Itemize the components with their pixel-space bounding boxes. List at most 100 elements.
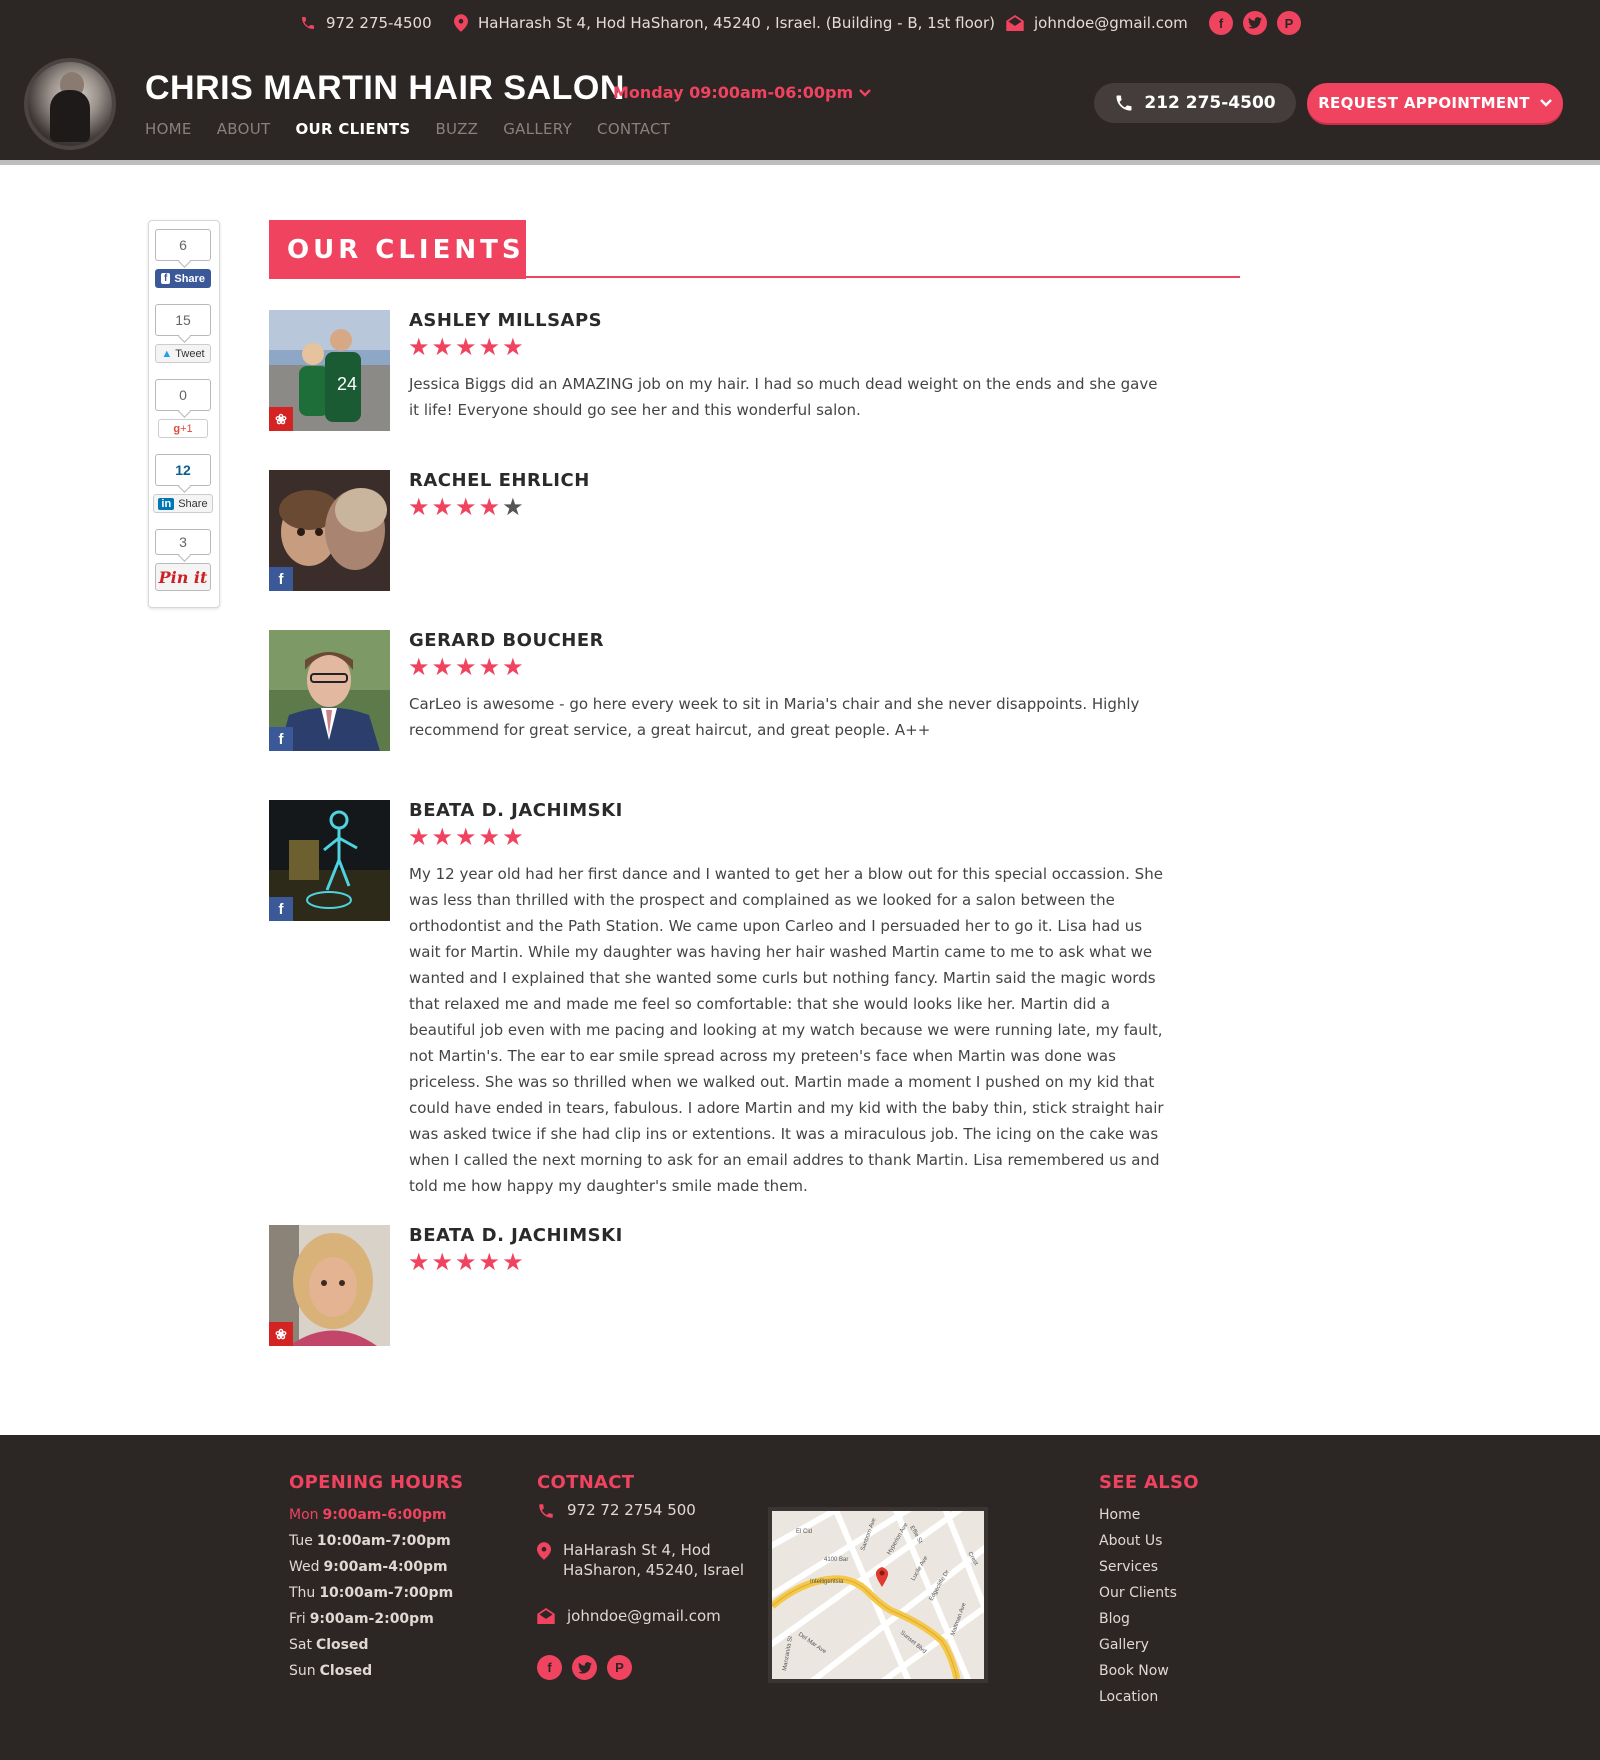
tweet-button[interactable]: ▲ Tweet <box>155 344 211 363</box>
facebook-icon: f <box>269 567 293 591</box>
top-social-links: f P <box>1209 11 1311 35</box>
reviewer-name: BEATA D. JACHIMSKI <box>409 800 623 821</box>
star-icon: ★ <box>408 333 430 361</box>
hours-time: Closed <box>319 1663 373 1679</box>
nav-gallery[interactable]: GALLERY <box>503 120 572 138</box>
hours-time: 10:00am-7:00pm <box>316 1533 451 1549</box>
footer-link-gallery[interactable]: Gallery <box>1099 1632 1177 1658</box>
footer-link-about-us[interactable]: About Us <box>1099 1528 1177 1554</box>
chevron-down-icon <box>859 88 872 97</box>
star-icon: ★ <box>478 333 501 361</box>
pinterest-icon[interactable]: P <box>607 1655 632 1680</box>
facebook-icon[interactable]: f <box>537 1655 562 1680</box>
top-address-text: HaHarash St 4, Hod HaSharon, 45240 , Isr… <box>478 13 995 32</box>
rating-stars: ★ ★ ★ ★ ★ <box>408 822 526 852</box>
phone-icon <box>539 1504 553 1518</box>
footer-link-location[interactable]: Location <box>1099 1684 1177 1710</box>
pinterest-icon[interactable]: P <box>1277 11 1301 35</box>
facebook-share-button[interactable]: f Share <box>155 269 211 288</box>
nav-home[interactable]: HOME <box>145 120 192 138</box>
hours-time: 10:00am-7:00pm <box>319 1585 454 1601</box>
reviewer-photo: f <box>269 470 390 591</box>
contact-email-text: johndoe@gmail.com <box>567 1607 721 1625</box>
nav-our-clients[interactable]: OUR CLIENTS <box>295 120 410 138</box>
footer-link-our-clients[interactable]: Our Clients <box>1099 1580 1177 1606</box>
reviewer-photo: f <box>269 800 390 921</box>
twitter-share-count: 15 <box>155 304 211 336</box>
tweet-label: Tweet <box>175 347 205 360</box>
rating-stars: ★ ★ ★ ★ ★ <box>408 492 526 522</box>
facebook-share-label: Share <box>174 272 205 285</box>
contact-address-line2: HaSharon, 45240, Israel <box>563 1561 744 1579</box>
yelp-icon: ❀ <box>269 407 293 431</box>
facebook-icon: f <box>269 897 293 921</box>
see-also-title: SEE ALSO <box>1099 1472 1199 1493</box>
star-icon: ★ <box>431 823 454 851</box>
facebook-share-block: 6 f Share <box>155 229 213 288</box>
hours-row: Tue 10:00am-7:00pm <box>289 1528 453 1554</box>
linkedin-share-button[interactable]: in Share <box>153 494 213 513</box>
footer-link-home[interactable]: Home <box>1099 1502 1177 1528</box>
hours-dropdown[interactable]: Monday 09:00am-06:00pm <box>613 83 872 102</box>
hours-row: Sun Closed <box>289 1658 453 1684</box>
hours-row: Thu 10:00am-7:00pm <box>289 1580 453 1606</box>
googleplus-button[interactable]: g +1 <box>158 419 208 438</box>
twitter-icon[interactable] <box>572 1655 597 1680</box>
hours-day: Wed <box>289 1559 320 1575</box>
nav-buzz[interactable]: BUZZ <box>435 120 478 138</box>
googleplus-share-count: 0 <box>155 379 211 411</box>
call-phone-label: 212 275-4500 <box>1144 93 1276 113</box>
hours-day: Tue <box>289 1533 313 1549</box>
top-phone[interactable]: 972 275-4500 <box>300 0 432 45</box>
top-email[interactable]: johndoe@gmail.com <box>1006 0 1188 45</box>
linkedin-share-block: 12 in Share <box>153 454 213 513</box>
googleplus-share-block: 0 g +1 <box>155 379 213 438</box>
twitter-icon: ▲ <box>161 347 173 360</box>
twitter-share-block: 15 ▲ Tweet <box>155 304 213 363</box>
opening-hours-title: OPENING HOURS <box>289 1472 464 1493</box>
twitter-icon[interactable] <box>1243 11 1267 35</box>
top-email-text: johndoe@gmail.com <box>1034 13 1188 32</box>
star-icon: ★ <box>478 653 501 681</box>
pin-it-button[interactable]: Pin it <box>155 563 211 591</box>
facebook-icon: f <box>269 727 293 751</box>
contact-phone[interactable]: 972 72 2754 500 <box>537 1500 696 1520</box>
hours-dropdown-label: Monday 09:00am-06:00pm <box>613 83 854 102</box>
location-map[interactable]: El Cid 4100 Bar Intelligentsia Sunset Bl… <box>768 1507 988 1683</box>
star-icon: ★ <box>455 1248 477 1276</box>
star-icon: ★ <box>431 493 454 521</box>
top-info-bar: 972 275-4500 HaHarash St 4, Hod HaSharon… <box>0 0 1600 45</box>
top-phone-text: 972 275-4500 <box>326 13 432 32</box>
map-canvas[interactable]: El Cid 4100 Bar Intelligentsia Sunset Bl… <box>772 1511 984 1679</box>
contact-phone-text: 972 72 2754 500 <box>567 1501 696 1519</box>
opening-hours-list: Mon 9:00am-6:00pm Tue 10:00am-7:00pm Wed 9:… <box>289 1502 453 1684</box>
footer-link-services[interactable]: Services <box>1099 1554 1177 1580</box>
rating-stars: ★ ★ ★ ★ ★ <box>408 332 526 362</box>
star-icon: ★ <box>455 333 477 361</box>
rating-stars: ★ ★ ★ ★ ★ <box>408 652 526 682</box>
site-title[interactable]: CHRIS MARTIN HAIR SALON <box>145 69 625 108</box>
nav-about[interactable]: ABOUT <box>217 120 271 138</box>
call-phone-button[interactable]: 212 275-4500 <box>1094 83 1296 123</box>
footer-link-blog[interactable]: Blog <box>1099 1606 1177 1632</box>
hours-day: Fri <box>289 1611 306 1627</box>
salon-avatar[interactable] <box>24 58 116 150</box>
star-icon: ★ <box>502 1248 524 1276</box>
review-text: My 12 year old had her first dance and I… <box>409 865 1164 1195</box>
reviewer-name: BEATA D. JACHIMSKI <box>409 1225 623 1246</box>
reviewer-name: GERARD BOUCHER <box>409 630 604 651</box>
googleplus-icon: g <box>173 422 181 435</box>
facebook-icon[interactable]: f <box>1209 11 1233 35</box>
pinterest-share-block: 3 Pin it <box>155 529 213 591</box>
phone-icon <box>1116 95 1132 111</box>
site-header: CHRIS MARTIN HAIR SALON Monday 09:00am-0… <box>0 45 1600 160</box>
nav-contact[interactable]: CONTACT <box>597 120 670 138</box>
footer-link-book-now[interactable]: Book Now <box>1099 1658 1177 1684</box>
star-icon: ★ <box>455 653 477 681</box>
linkedin-icon: in <box>158 497 175 510</box>
request-appointment-button[interactable]: REQUEST APPOINTMENT <box>1307 83 1563 123</box>
location-pin-icon <box>537 1542 551 1560</box>
contact-title: COTNACT <box>537 1472 635 1493</box>
contact-email[interactable]: johndoe@gmail.com <box>537 1606 721 1626</box>
hours-day: Sat <box>289 1637 312 1653</box>
